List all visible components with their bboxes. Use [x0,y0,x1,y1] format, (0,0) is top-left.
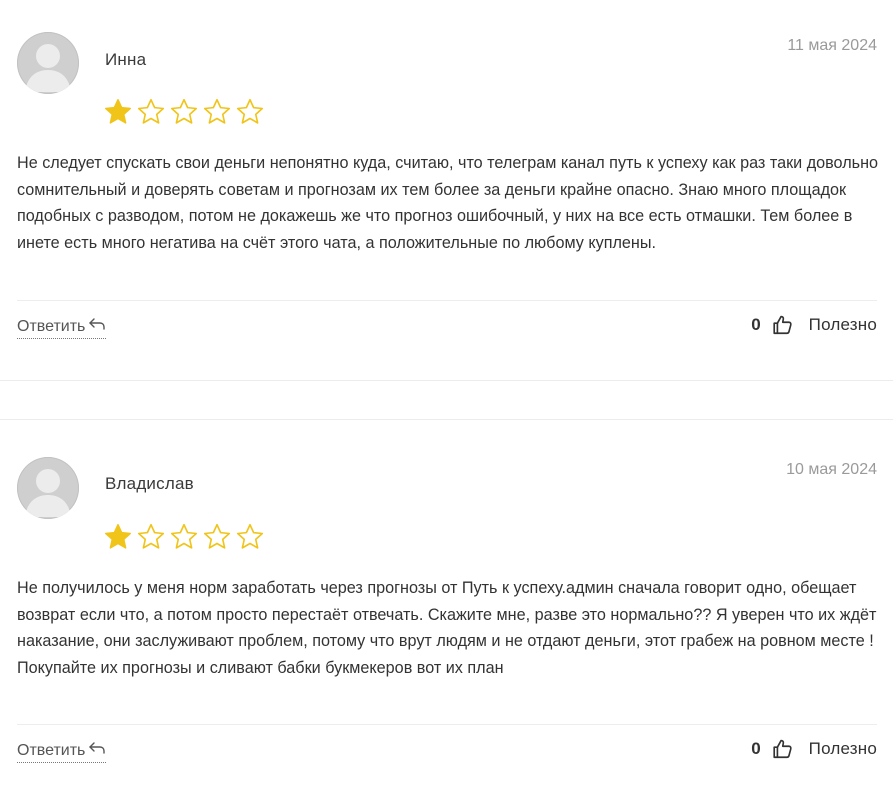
avatar [17,32,79,94]
review-author: Владислав [105,474,194,493]
reply-label: Ответить [17,317,86,335]
divider [17,724,877,725]
thumbs-up-icon[interactable] [771,314,793,336]
reply-label: Ответить [17,741,86,759]
avatar [17,457,79,519]
review-card: Владислав 10 мая 2024 Не получилось у ме… [0,420,893,789]
helpful-label[interactable]: Полезно [809,739,877,759]
star-empty-icon [136,522,166,552]
star-empty-icon [235,522,265,552]
star-rating [103,97,265,127]
star-empty-icon [136,97,166,127]
review-text: Не получилось у меня норм заработать чер… [17,579,877,677]
star-empty-icon [202,97,232,127]
review-text: Не следует спускать свои деньги непонятн… [17,154,879,252]
section-separator [0,380,893,381]
helpful-widget: 0 Полезно [751,314,877,336]
review-date: 11 мая 2024 [787,37,877,54]
star-rating [103,522,265,552]
reply-arrow-icon [88,741,106,760]
star-empty-icon [235,97,265,127]
star-empty-icon [202,522,232,552]
user-placeholder-icon [25,469,71,517]
helpful-label[interactable]: Полезно [809,315,877,335]
review-card: Инна 11 мая 2024 Не следует спускать сво… [0,0,893,380]
divider [17,300,877,301]
review-date: 10 мая 2024 [786,461,877,478]
review-author: Инна [105,50,147,69]
reply-link[interactable]: Ответить [17,317,107,339]
star-empty-icon [169,97,199,127]
user-placeholder-icon [25,44,71,92]
helpful-widget: 0 Полезно [751,738,877,760]
star-filled-icon [103,522,133,552]
star-filled-icon [103,97,133,127]
reply-arrow-icon [88,317,106,336]
reply-link[interactable]: Ответить [17,741,107,763]
thumbs-up-icon[interactable] [771,738,793,760]
star-empty-icon [169,522,199,552]
helpful-count: 0 [751,739,761,758]
helpful-count: 0 [751,315,761,334]
